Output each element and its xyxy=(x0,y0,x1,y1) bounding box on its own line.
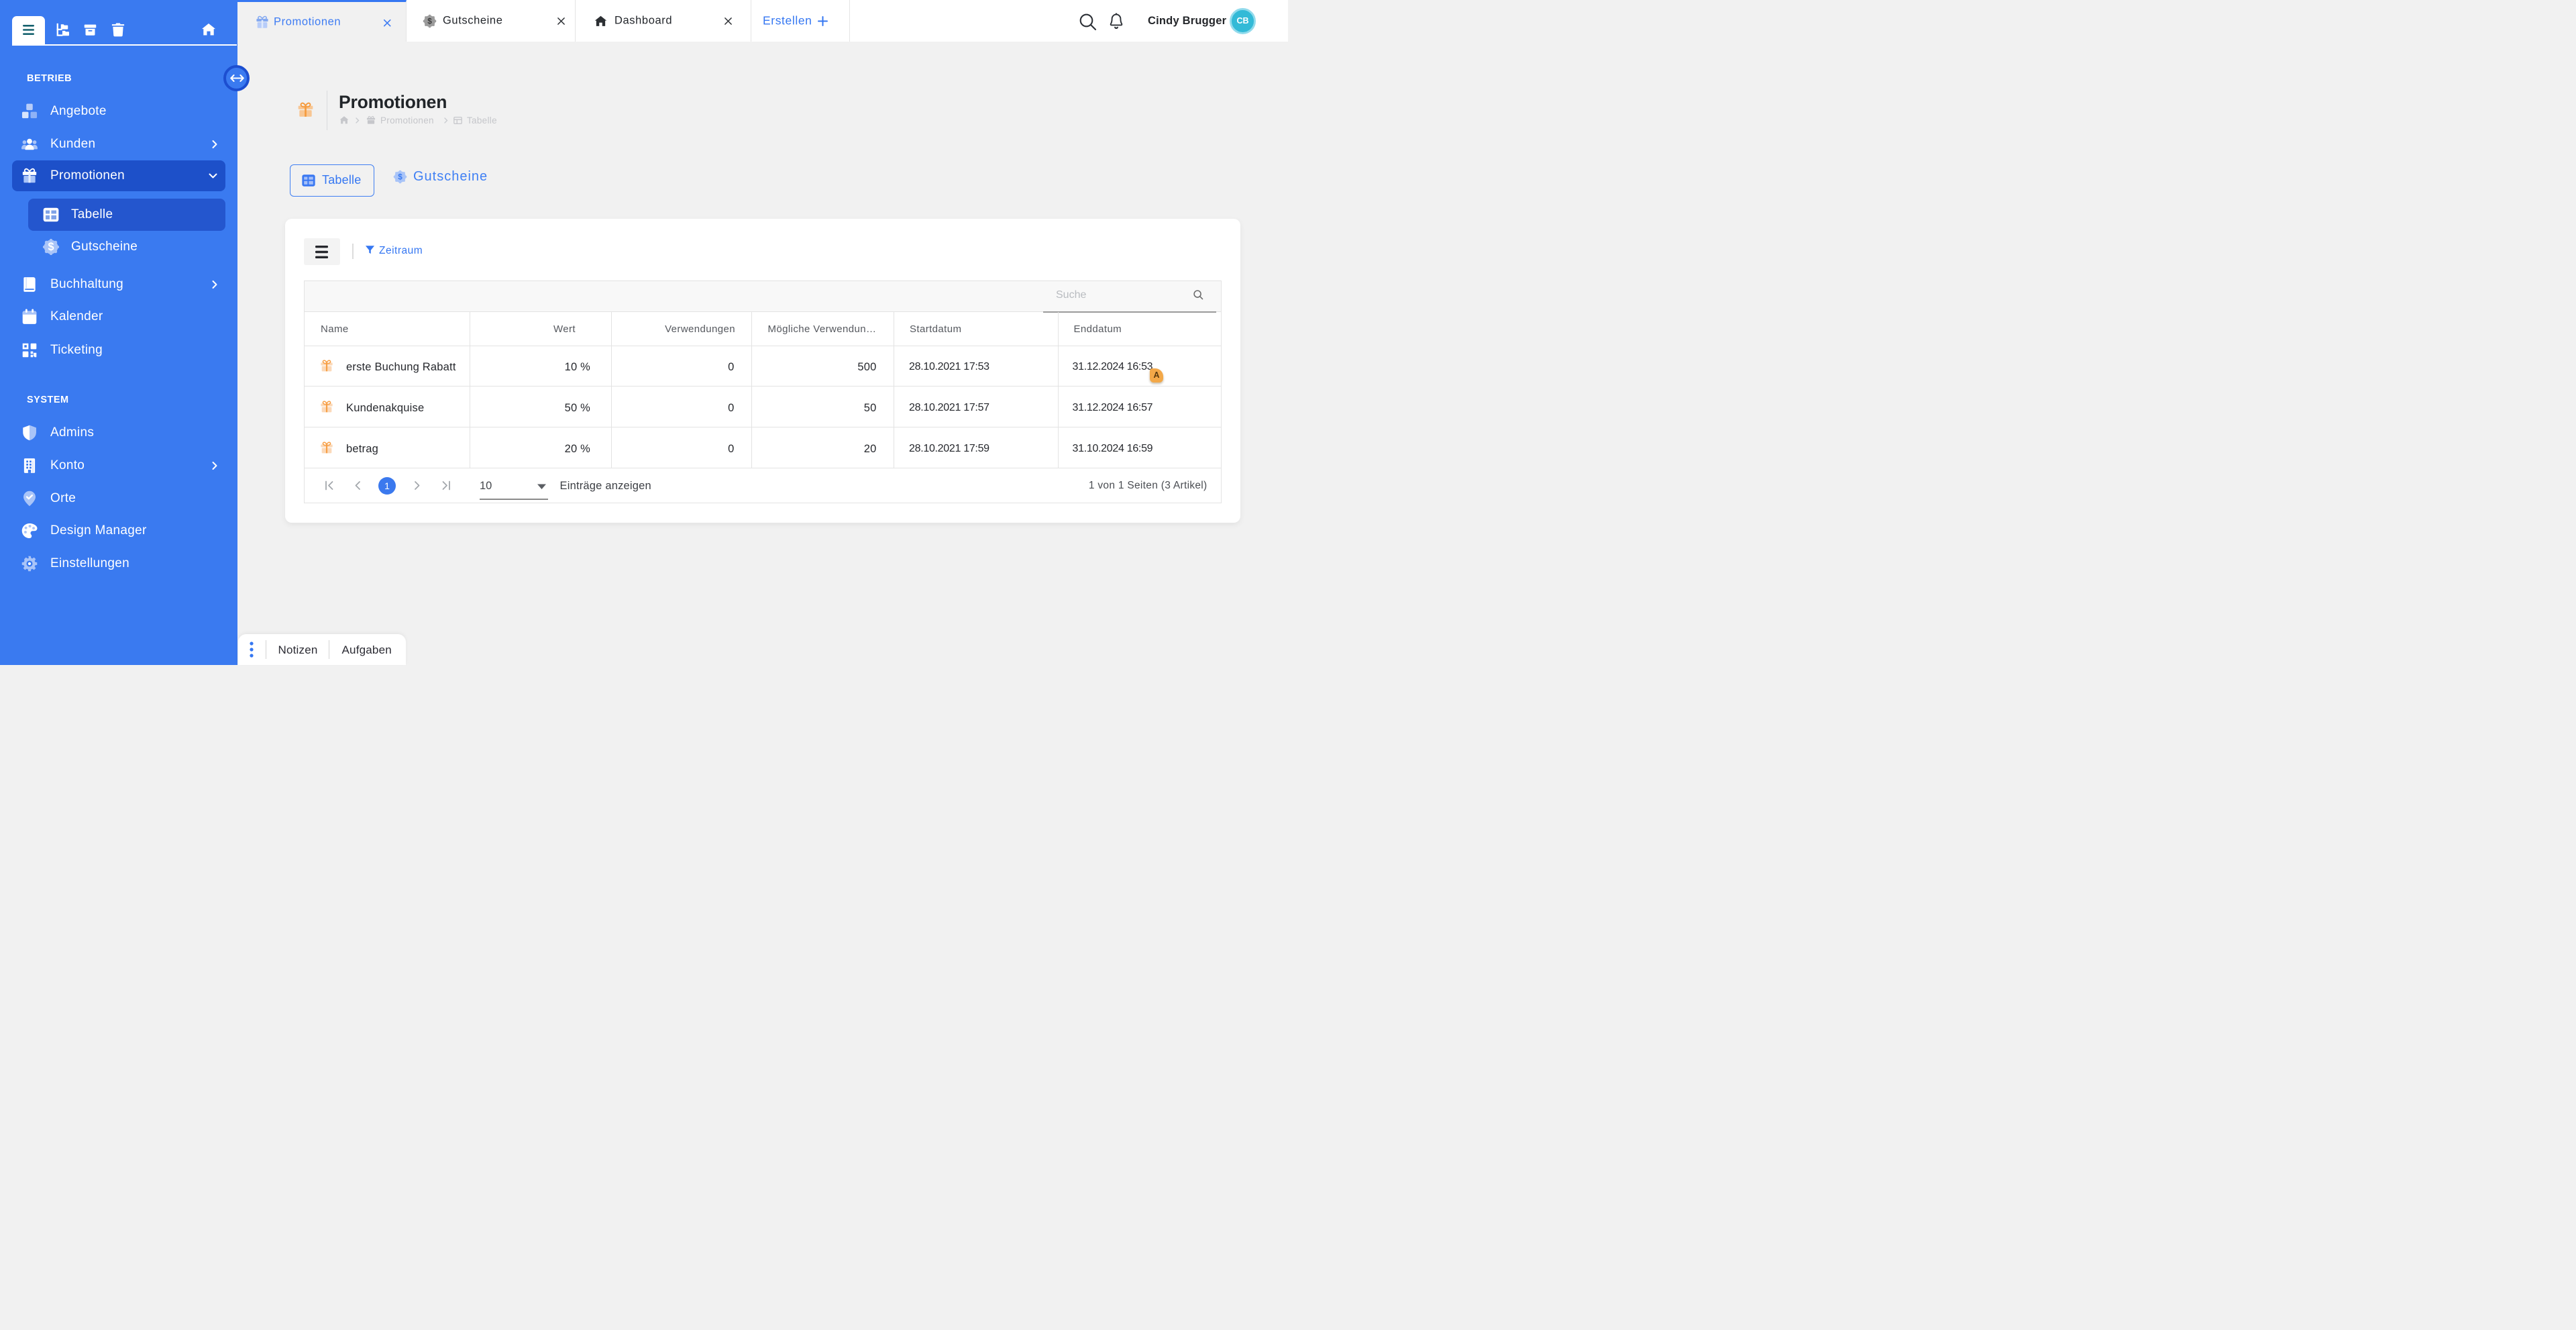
svg-text:$: $ xyxy=(48,241,54,253)
svg-text:$: $ xyxy=(398,172,402,181)
svg-text:$: $ xyxy=(427,17,432,26)
